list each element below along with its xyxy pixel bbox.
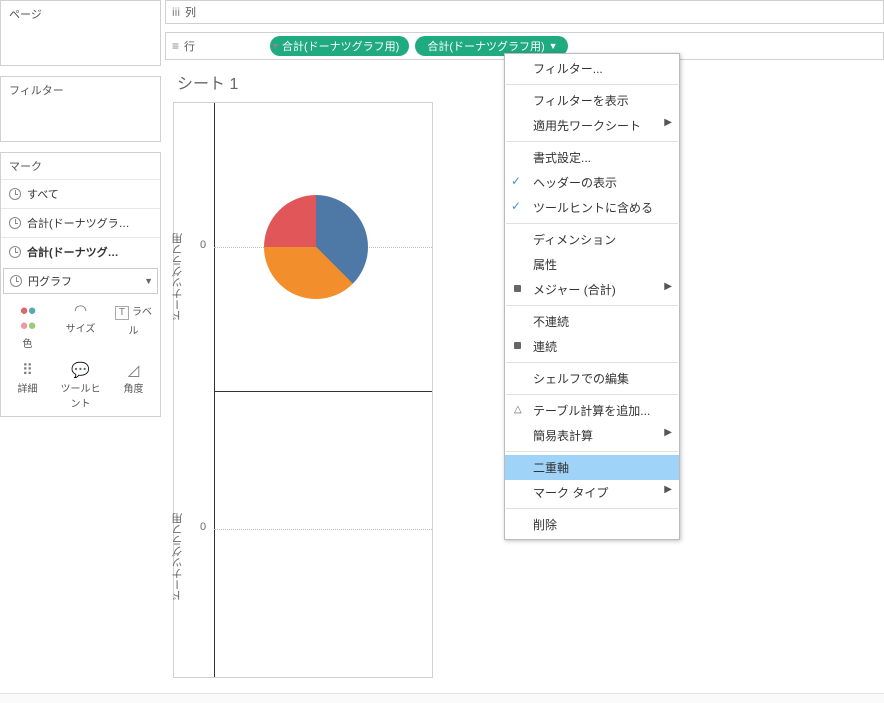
mark-label-label: ラベル: [129, 307, 153, 337]
menu-show-filter[interactable]: フィルターを表示: [505, 88, 679, 113]
status-bar: [0, 693, 884, 703]
menu-remove[interactable]: 削除: [505, 512, 679, 537]
clock-icon: [9, 217, 21, 229]
menu-show-header[interactable]: ✓ヘッダーの表示: [505, 170, 679, 195]
chevron-right-icon: ▶: [664, 484, 672, 495]
color-icon: ●●●●: [4, 303, 51, 333]
pie-icon: [10, 275, 22, 287]
menu-discrete[interactable]: 不連続: [505, 309, 679, 334]
marks-sum2-label: 合計(ドーナツグ…: [27, 244, 119, 260]
pill-sum-donut-1[interactable]: 合計(ドーナツグラフ用): [270, 36, 409, 56]
tick-label: 0: [200, 521, 206, 533]
rows-label: 行: [184, 38, 195, 54]
chevron-right-icon: ▶: [664, 427, 672, 438]
marks-title: マーク: [1, 153, 160, 179]
panel-divider: [214, 391, 432, 392]
detail-icon: ⠿: [4, 363, 51, 378]
check-icon: ✓: [511, 174, 521, 188]
menu-measure[interactable]: メジャー (合計)▶: [505, 277, 679, 302]
menu-mark-type[interactable]: マーク タイプ▶: [505, 480, 679, 505]
marks-sum2[interactable]: 合計(ドーナツグ…: [1, 237, 160, 266]
menu-quick-table-calc[interactable]: 簡易表計算▶: [505, 423, 679, 448]
mark-angle[interactable]: ◿ 角度: [109, 358, 158, 414]
context-menu: フィルター... フィルターを表示 適用先ワークシート▶ 書式設定... ✓ヘッ…: [504, 53, 680, 540]
menu-include-tooltip[interactable]: ✓ツールヒントに含める: [505, 195, 679, 220]
clock-icon: [9, 188, 21, 200]
mark-color[interactable]: ●●●● 色: [3, 298, 52, 354]
radio-dot-icon: [514, 285, 521, 292]
menu-dimension[interactable]: ディメンション: [505, 227, 679, 252]
pill-label: 合計(ドーナツグラフ用): [282, 38, 399, 54]
mark-detail-label: 詳細: [18, 384, 38, 395]
dropdown-icon: ▼: [144, 276, 153, 286]
check-icon: ✓: [511, 199, 521, 213]
axis-label-1[interactable]: ドーナツグラフ用: [170, 233, 188, 321]
mark-label[interactable]: T ラベル: [109, 298, 158, 354]
pill-label: 合計(ドーナツグラフ用): [427, 38, 544, 54]
mark-tooltip[interactable]: 💬 ツールヒント: [56, 358, 105, 414]
label-icon: T: [115, 306, 129, 320]
angle-icon: ◿: [110, 363, 157, 378]
delta-icon: △: [514, 404, 522, 415]
tooltip-icon: 💬: [57, 363, 104, 378]
menu-filter[interactable]: フィルター...: [505, 56, 679, 81]
columns-shelf[interactable]: iii 列: [165, 0, 884, 24]
mark-type-label: 円グラフ: [28, 273, 72, 289]
mark-detail[interactable]: ⠿ 詳細: [3, 358, 52, 414]
mark-angle-label: 角度: [124, 384, 144, 395]
size-icon: ◠: [57, 303, 104, 318]
chevron-right-icon: ▶: [664, 117, 672, 128]
menu-add-table-calc[interactable]: △テーブル計算を追加...: [505, 398, 679, 423]
clock-icon: [9, 246, 21, 258]
menu-attribute[interactable]: 属性: [505, 252, 679, 277]
pie-chart-mark[interactable]: [264, 195, 368, 299]
menu-edit-in-shelf[interactable]: シェルフでの編集: [505, 366, 679, 391]
mark-size-label: サイズ: [66, 324, 96, 335]
y-axis: [214, 103, 215, 677]
gridline: [214, 529, 432, 530]
radio-dot-icon: [514, 342, 521, 349]
columns-label: 列: [185, 4, 196, 20]
menu-apply-worksheets[interactable]: 適用先ワークシート▶: [505, 113, 679, 138]
mark-type-select[interactable]: 円グラフ ▼: [3, 268, 158, 294]
menu-format[interactable]: 書式設定...: [505, 145, 679, 170]
mark-tooltip-label: ツールヒント: [61, 384, 101, 410]
menu-dual-axis[interactable]: 二重軸: [505, 455, 679, 480]
mark-size[interactable]: ◠ サイズ: [56, 298, 105, 354]
marks-sum1[interactable]: 合計(ドーナツグラ…: [1, 208, 160, 237]
tick-label: 0: [200, 239, 206, 251]
rows-icon: ≡: [172, 39, 179, 53]
columns-icon: iii: [172, 5, 180, 19]
axis-label-2[interactable]: ドーナツグラフ用: [170, 513, 188, 601]
dropdown-icon: ▼: [271, 41, 280, 51]
pages-title: ページ: [1, 1, 160, 27]
marks-all-label: すべて: [27, 186, 59, 202]
menu-continuous[interactable]: 連続: [505, 334, 679, 359]
marks-all[interactable]: すべて: [1, 179, 160, 208]
filters-title: フィルター: [1, 77, 160, 103]
chevron-right-icon: ▶: [664, 281, 672, 292]
marks-sum1-label: 合計(ドーナツグラ…: [27, 215, 130, 231]
chevron-down-icon: ▼: [549, 41, 558, 51]
chart-canvas[interactable]: ドーナツグラフ用 ドーナツグラフ用 0 0: [173, 102, 433, 678]
mark-color-label: 色: [23, 339, 33, 350]
